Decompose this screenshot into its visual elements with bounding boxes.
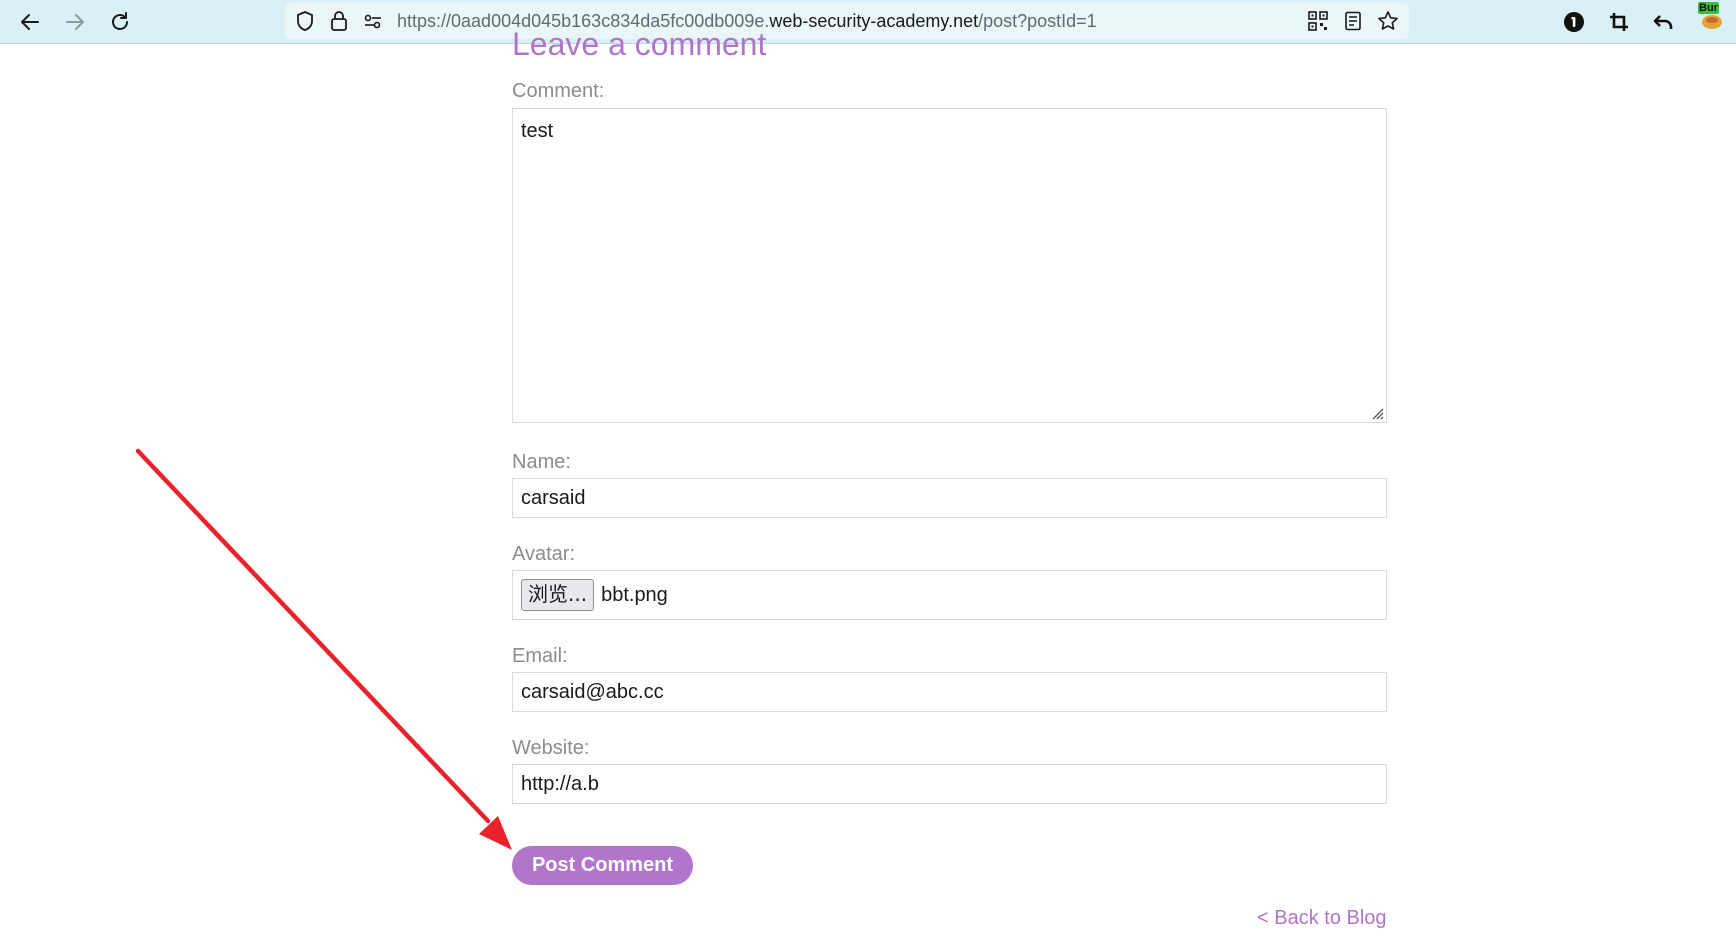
avatar-file-input[interactable]: 浏览... bbt.png xyxy=(512,570,1387,620)
avatar-label: Avatar: xyxy=(512,543,575,565)
undo-arrow-icon[interactable] xyxy=(1647,6,1679,38)
website-label: Website: xyxy=(512,737,590,759)
extension-1password-icon[interactable] xyxy=(1558,6,1590,38)
email-input[interactable]: carsaid@abc.cc xyxy=(512,672,1387,712)
address-bar[interactable]: https://0aad004d045b163c834da5fc00db009e… xyxy=(285,3,1409,39)
back-arrow-icon[interactable] xyxy=(14,6,46,38)
browse-button[interactable]: 浏览... xyxy=(521,579,595,611)
comment-textarea[interactable]: test xyxy=(512,108,1387,423)
reader-view-icon[interactable] xyxy=(1341,9,1365,33)
bookmark-star-icon[interactable] xyxy=(1376,9,1400,33)
lock-icon[interactable] xyxy=(327,9,351,33)
avatar-file-name: bbt.png xyxy=(601,583,668,606)
shield-icon[interactable] xyxy=(293,9,317,33)
comment-label: Comment: xyxy=(512,80,605,102)
browser-toolbar: https://0aad004d045b163c834da5fc00db009e… xyxy=(0,0,1736,44)
qr-code-icon[interactable] xyxy=(1306,9,1330,33)
back-to-blog-link[interactable]: < Back to Blog xyxy=(1257,906,1387,930)
url-suffix: /post?postId=1 xyxy=(978,11,1097,31)
website-value: http://a.b xyxy=(521,773,599,795)
reload-icon[interactable] xyxy=(104,6,136,38)
name-value: carsaid xyxy=(521,487,586,509)
resize-grip-icon[interactable] xyxy=(1368,404,1384,420)
url-domain: web-security-academy.net xyxy=(769,11,979,31)
website-input[interactable]: http://a.b xyxy=(512,764,1387,804)
post-comment-button[interactable]: Post Comment xyxy=(512,846,693,885)
name-input[interactable]: carsaid xyxy=(512,478,1387,518)
burp-badge-text: Bur xyxy=(1698,2,1719,14)
permissions-icon[interactable] xyxy=(361,9,385,33)
crop-icon[interactable] xyxy=(1603,6,1635,38)
email-value: carsaid@abc.cc xyxy=(521,681,664,703)
comment-text: test xyxy=(521,120,554,142)
email-label: Email: xyxy=(512,645,568,667)
section-heading: Leave a comment xyxy=(512,26,767,62)
forward-arrow-icon[interactable] xyxy=(59,6,91,38)
burp-extension-icon[interactable]: Bur xyxy=(1698,2,1728,30)
name-label: Name: xyxy=(512,451,571,473)
